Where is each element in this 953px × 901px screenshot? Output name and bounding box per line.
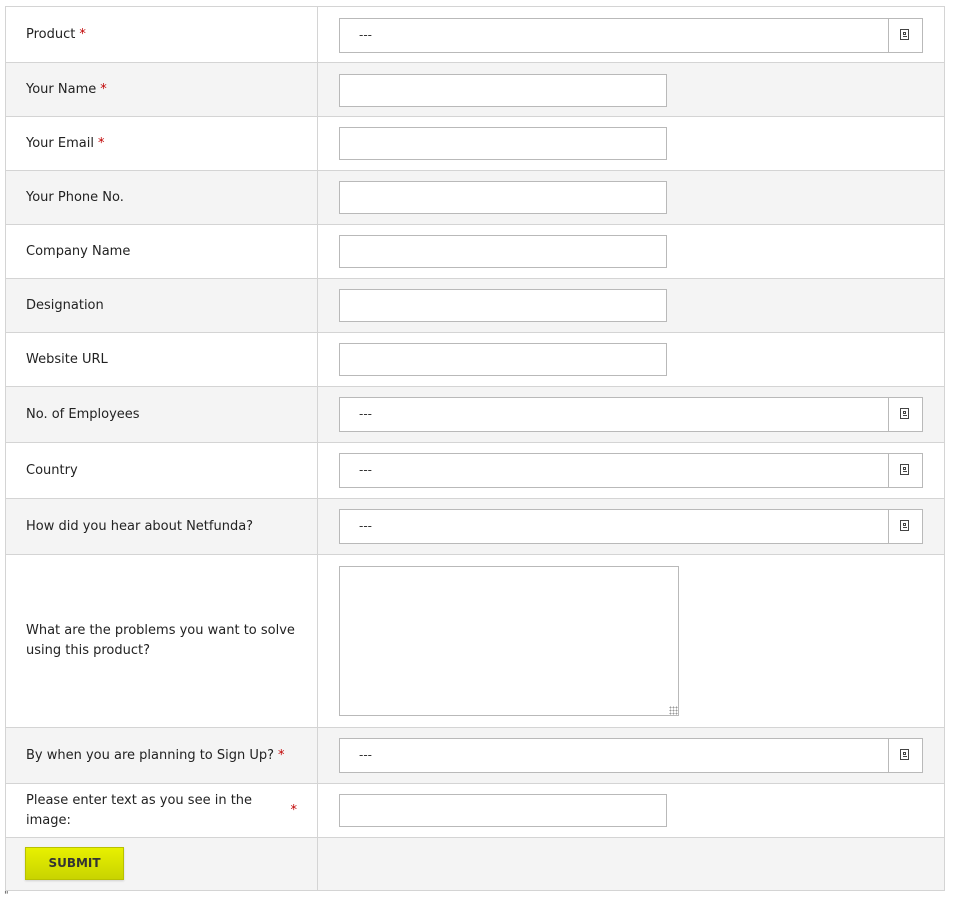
country-select-value: --- (359, 454, 372, 487)
captcha-label: Please enter text as you see in the imag… (6, 784, 318, 837)
form-row-country: Country --- (6, 443, 944, 499)
form-row-company: Company Name (6, 225, 944, 279)
phone-label: Your Phone No. (6, 171, 318, 224)
referral-select[interactable]: --- (339, 509, 923, 544)
your-name-input[interactable] (339, 74, 667, 107)
contact-form: Product* --- Your Name* Your Email* Your… (5, 6, 945, 891)
country-label: Country (6, 443, 318, 498)
form-row-your-email: Your Email* (6, 117, 944, 171)
company-input[interactable] (339, 235, 667, 268)
problems-label: What are the problems you want to solve … (6, 555, 318, 727)
referral-select-value: --- (359, 510, 372, 543)
signup-timing-select-arrow[interactable] (888, 739, 922, 772)
form-row-problems: What are the problems you want to solve … (6, 555, 944, 728)
phone-input[interactable] (339, 181, 667, 214)
form-row-phone: Your Phone No. (6, 171, 944, 225)
website-label: Website URL (6, 333, 318, 386)
designation-input[interactable] (339, 289, 667, 322)
dropdown-arrow-icon (900, 29, 909, 40)
employees-select[interactable]: --- (339, 397, 923, 432)
dropdown-arrow-icon (900, 749, 909, 760)
required-asterisk: * (100, 80, 107, 100)
referral-label: How did you hear about Netfunda? (6, 499, 318, 554)
form-row-submit: SUBMIT (6, 838, 944, 891)
problems-textarea[interactable] (339, 566, 679, 716)
product-select-value: --- (359, 19, 372, 52)
product-label: Product* (6, 7, 318, 62)
website-input[interactable] (339, 343, 667, 376)
dropdown-arrow-icon (900, 464, 909, 475)
form-row-designation: Designation (6, 279, 944, 333)
designation-label: Designation (6, 279, 318, 332)
required-asterisk: * (98, 134, 105, 154)
country-select-arrow[interactable] (888, 454, 922, 487)
product-select-arrow[interactable] (888, 19, 922, 52)
employees-label: No. of Employees (6, 387, 318, 442)
signup-timing-select[interactable]: --- (339, 738, 923, 773)
your-email-input[interactable] (339, 127, 667, 160)
country-select[interactable]: --- (339, 453, 923, 488)
referral-select-arrow[interactable] (888, 510, 922, 543)
required-asterisk: * (79, 25, 86, 45)
signup-timing-select-value: --- (359, 739, 372, 772)
dropdown-arrow-icon (900, 408, 909, 419)
form-row-your-name: Your Name* (6, 63, 944, 117)
required-asterisk: * (291, 801, 298, 821)
form-row-captcha: Please enter text as you see in the imag… (6, 784, 944, 838)
your-name-label: Your Name* (6, 63, 318, 116)
employees-select-arrow[interactable] (888, 398, 922, 431)
submit-button[interactable]: SUBMIT (25, 847, 124, 880)
captcha-input[interactable] (339, 794, 667, 827)
stray-quote-mark: " (4, 890, 9, 901)
form-row-website: Website URL (6, 333, 944, 387)
product-select[interactable]: --- (339, 18, 923, 53)
employees-select-value: --- (359, 398, 372, 431)
form-row-product: Product* --- (6, 7, 944, 63)
form-row-employees: No. of Employees --- (6, 387, 944, 443)
form-row-referral: How did you hear about Netfunda? --- (6, 499, 944, 555)
dropdown-arrow-icon (900, 520, 909, 531)
company-label: Company Name (6, 225, 318, 278)
required-asterisk: * (278, 746, 285, 766)
your-email-label: Your Email* (6, 117, 318, 170)
signup-timing-label: By when you are planning to Sign Up?* (6, 728, 318, 783)
form-row-signup-timing: By when you are planning to Sign Up?* --… (6, 728, 944, 784)
